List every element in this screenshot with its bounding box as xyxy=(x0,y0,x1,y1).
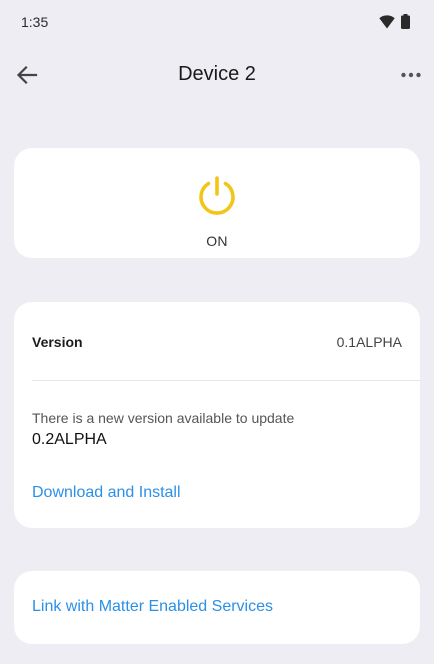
matter-link-card[interactable]: Link with Matter Enabled Services xyxy=(14,571,420,644)
more-horizontal-icon[interactable] xyxy=(400,64,422,86)
status-bar: 1:35 xyxy=(0,0,434,44)
top-app-bar: Device 2 xyxy=(0,50,434,102)
divider xyxy=(32,380,420,381)
link-matter-services-button[interactable]: Link with Matter Enabled Services xyxy=(32,598,273,616)
status-icons xyxy=(379,14,410,29)
new-version-value: 0.2ALPHA xyxy=(32,431,107,448)
download-and-install-button[interactable]: Download and Install xyxy=(32,484,181,502)
battery-icon xyxy=(401,14,410,29)
status-time: 1:35 xyxy=(21,14,49,30)
device-detail-screen: 1:35 Device 2 ON Version 0.1ALPHA There … xyxy=(0,0,434,664)
current-version-value: 0.1ALPHA xyxy=(336,334,402,350)
power-state-label: ON xyxy=(206,233,228,249)
version-row: Version 0.1ALPHA xyxy=(32,334,402,356)
page-title: Device 2 xyxy=(178,63,256,85)
version-card: Version 0.1ALPHA There is a new version … xyxy=(14,302,420,528)
update-available-message: There is a new version available to upda… xyxy=(32,410,295,426)
wifi-icon xyxy=(379,14,395,28)
power-icon[interactable] xyxy=(195,174,239,218)
version-label: Version xyxy=(32,334,83,350)
power-toggle-card[interactable]: ON xyxy=(14,148,420,258)
